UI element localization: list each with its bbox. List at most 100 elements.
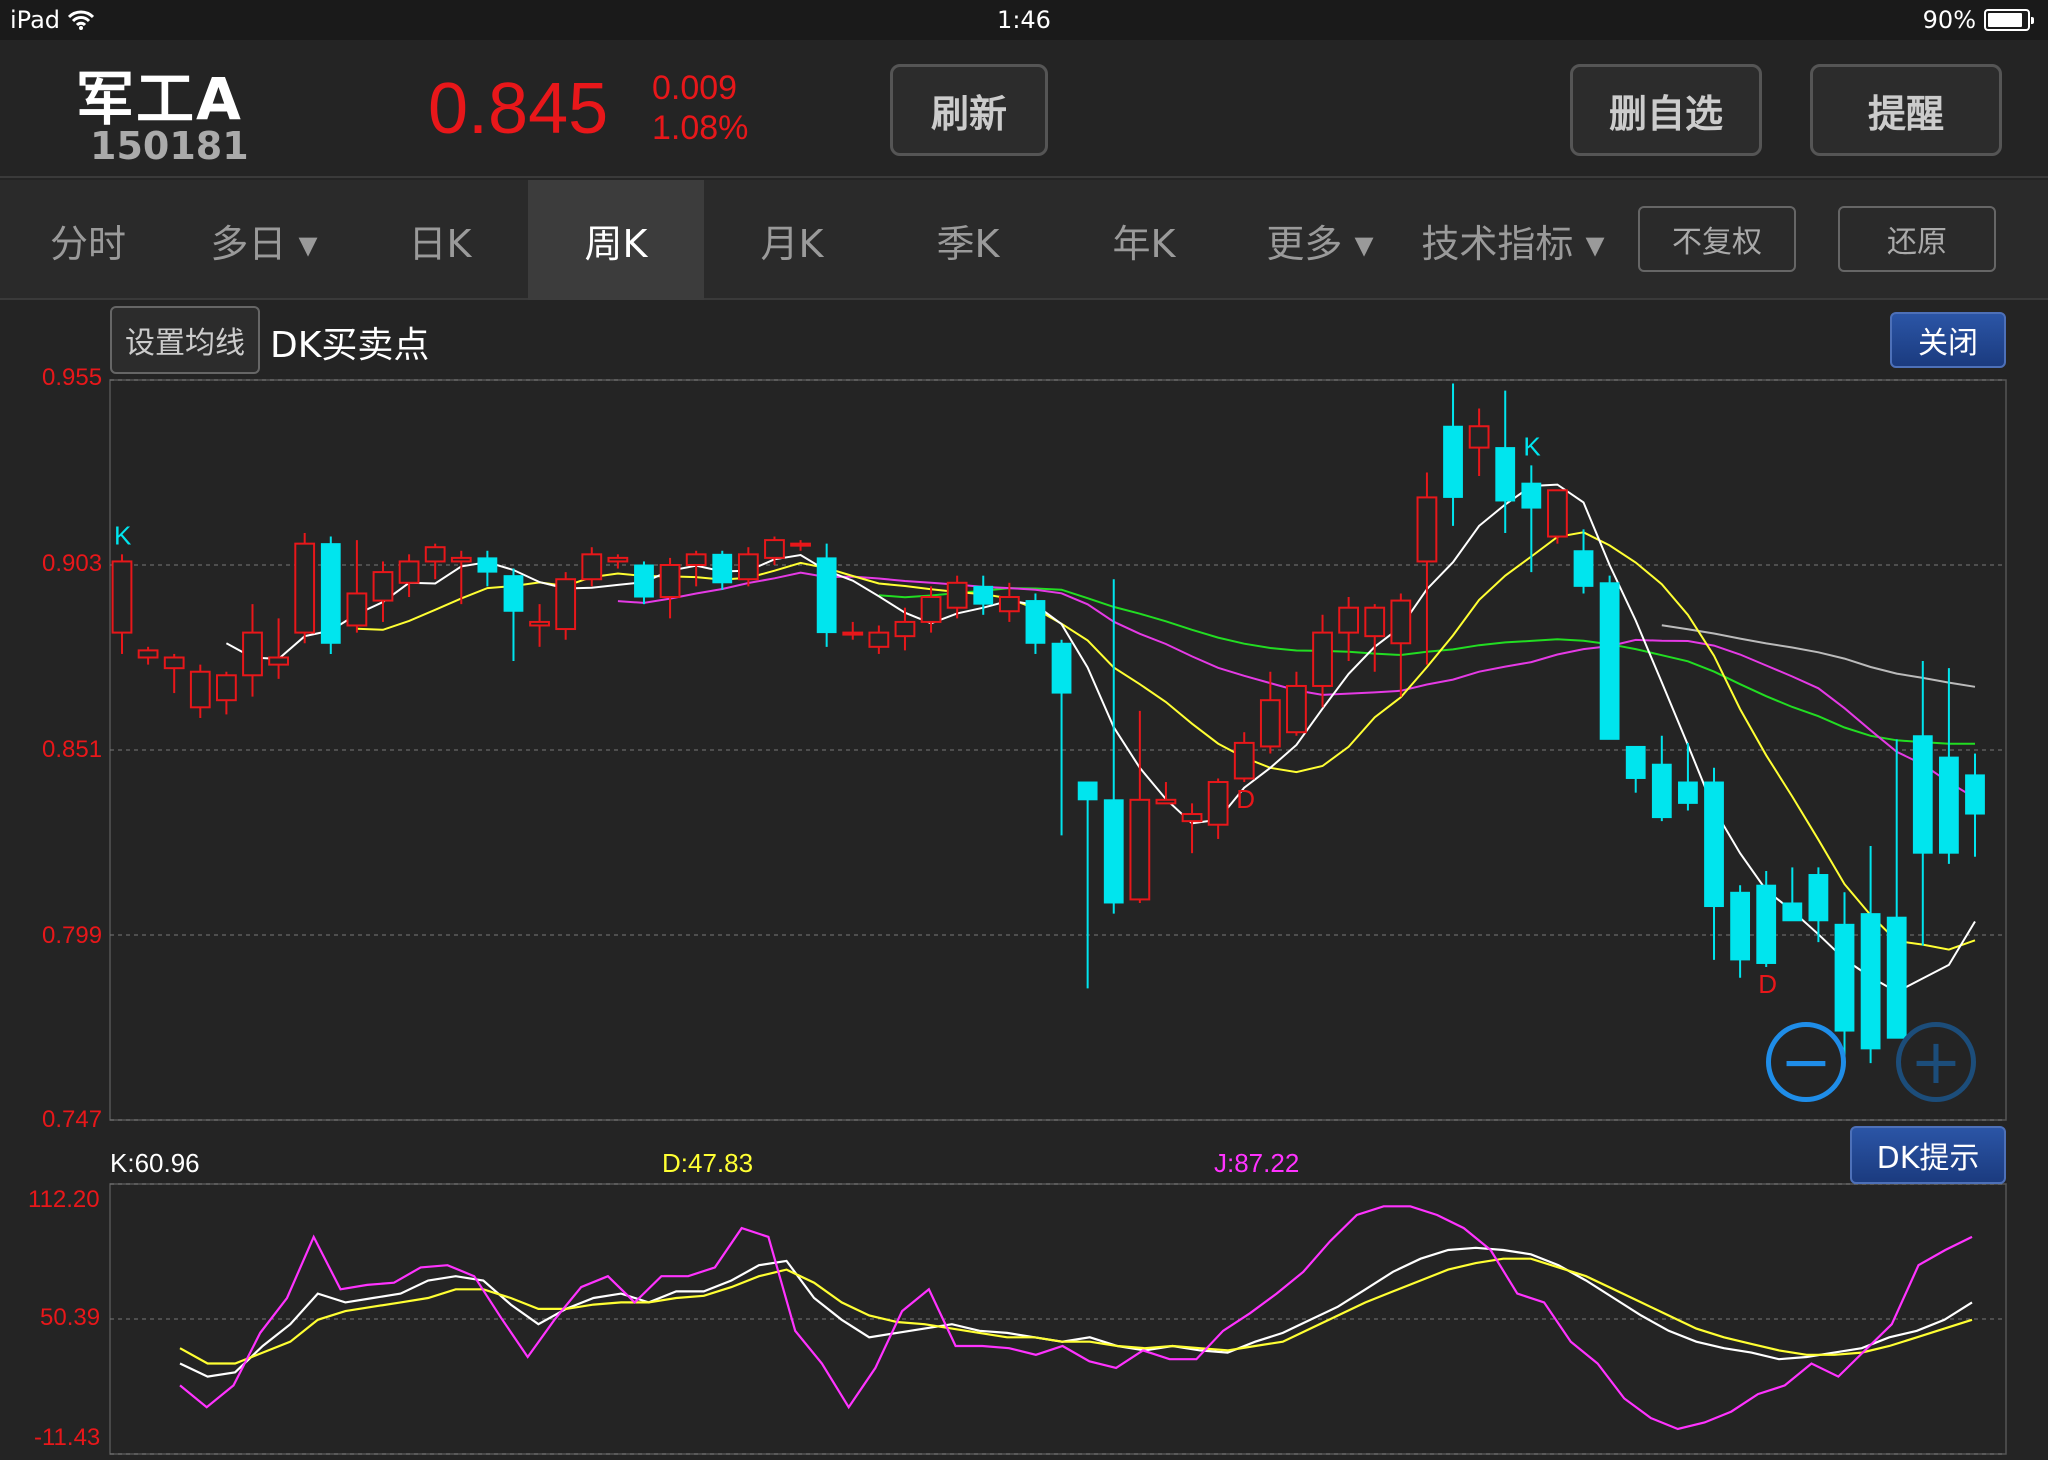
candle [1730,885,1751,978]
y-tick-2: 0.851 [42,736,103,763]
candle [1103,579,1124,914]
battery-percent: 90% [1922,6,1976,34]
candle [137,646,159,665]
candle-body-down [1756,884,1777,964]
candle-body-up [268,656,289,666]
y-tick-3: 0.799 [42,922,103,949]
remove-watchlist-button[interactable]: 删自选 [1570,64,1762,156]
candle-body-up [894,620,916,638]
candle [659,557,681,619]
candle [1939,668,1959,864]
zoom-out-button[interactable]: − [1766,1022,1846,1102]
candle-body-up [529,620,550,627]
quote-header: 军工A 150181 0.845 0.009 1.08% 刷新 删自选 提醒 [0,40,2048,178]
candle-body-down [1886,916,1907,1039]
candle [1155,782,1177,805]
candle [1338,597,1360,662]
tab-monthly-k[interactable]: 月K [704,180,880,300]
dk-hint-button[interactable]: DK提示 [1850,1126,2006,1184]
candle [111,554,133,654]
kdj-chart-frame [109,1183,2007,1455]
candle-body-down [1573,550,1594,587]
tab-yearly-k[interactable]: 年K [1056,180,1232,300]
candle-body-down [1965,774,1985,815]
candle-body-down [477,557,498,573]
candle-body-up [1181,813,1203,823]
kdj-y-tick-1: 50.39 [40,1304,101,1331]
candle-body-down [1939,756,1959,854]
candle-body-up [607,556,629,563]
y-tick-4: 0.747 [42,1106,103,1133]
refresh-button[interactable]: 刷新 [890,64,1048,156]
candle [1207,778,1229,839]
zoom-in-button[interactable]: + [1896,1022,1976,1102]
last-price: 0.845 [428,69,609,149]
y-tick-1: 0.903 [42,550,103,577]
restore-button[interactable]: 还原 [1838,206,1996,272]
indicator-title: DK买卖点 [270,325,430,366]
candle-body-down [1808,874,1829,922]
candle-body-up [659,564,681,599]
candle-body-up [764,539,785,559]
candle-body-down [1834,923,1855,1032]
alert-button[interactable]: 提醒 [1810,64,2002,156]
candle-body-down [1678,781,1698,804]
candle [1416,472,1438,665]
tab-multi-day[interactable]: 多日 ▾ [176,180,352,300]
candle [346,540,368,633]
candle [424,543,446,580]
candle-body-up [1338,606,1360,634]
candle-body-up [868,631,890,648]
period-tabs: 分时 多日 ▾ 日K 周K 月K 季K 年K 更多 ▾ 技术指标 ▾ 不复权 还… [0,180,2048,300]
candle-body-up [163,656,185,670]
candle [1860,846,1881,1064]
candle [816,543,837,647]
candle [1521,465,1542,573]
ma10-line [356,531,1976,951]
candle-body-up [946,581,968,609]
candle-body-down [816,557,837,634]
candle [1651,735,1672,822]
kdj-j-value: J:87.22 [1214,1148,1300,1178]
tab-daily-k[interactable]: 日K [352,180,528,300]
candle-body-up [450,556,472,563]
tab-quarterly-k[interactable]: 季K [880,180,1056,300]
candle-body-up [920,596,942,623]
tab-weekly-k[interactable]: 周K [528,180,704,300]
candle-body-down [1599,582,1620,740]
candle [607,554,629,569]
stock-code: 150181 [90,124,249,168]
candle [477,550,498,587]
candle [1678,742,1698,811]
candle-body-up [1416,496,1438,563]
main-chart-frame [109,379,2007,1121]
candle-body-up [1233,741,1255,780]
candle-body-up [1547,489,1568,538]
set-ma-button[interactable]: 设置均线 [110,306,260,374]
candle-body-down [712,553,733,584]
kdj-d-value: D:47.83 [662,1148,754,1178]
tab-more[interactable]: 更多 ▾ [1232,180,1408,300]
status-bar: iPad 1:46 90% [0,0,2048,40]
kdj-j-line [179,1205,1973,1431]
candle [868,625,890,654]
tab-intraday[interactable]: 分时 [0,180,176,300]
candle-body-down [1912,735,1933,854]
no-adjust-button[interactable]: 不复权 [1638,206,1796,272]
ma20-line [617,571,1976,799]
price-change: 0.009 1.08% [652,68,748,148]
candle [1077,781,1098,989]
candle-body-up [737,553,759,581]
candle-body-down [634,564,654,598]
buy-marker: K [1523,431,1541,461]
candle-body-down [1625,745,1646,779]
candle-body-down [1103,799,1124,904]
candle [1573,529,1594,594]
candle [1547,489,1568,544]
close-button[interactable]: 关闭 [1890,312,2006,368]
candle-body-up [790,542,811,547]
candle [320,536,341,654]
tab-technical-indicators[interactable]: 技术指标 ▾ [1408,180,1618,300]
candle [503,568,524,662]
candle [1704,767,1724,960]
